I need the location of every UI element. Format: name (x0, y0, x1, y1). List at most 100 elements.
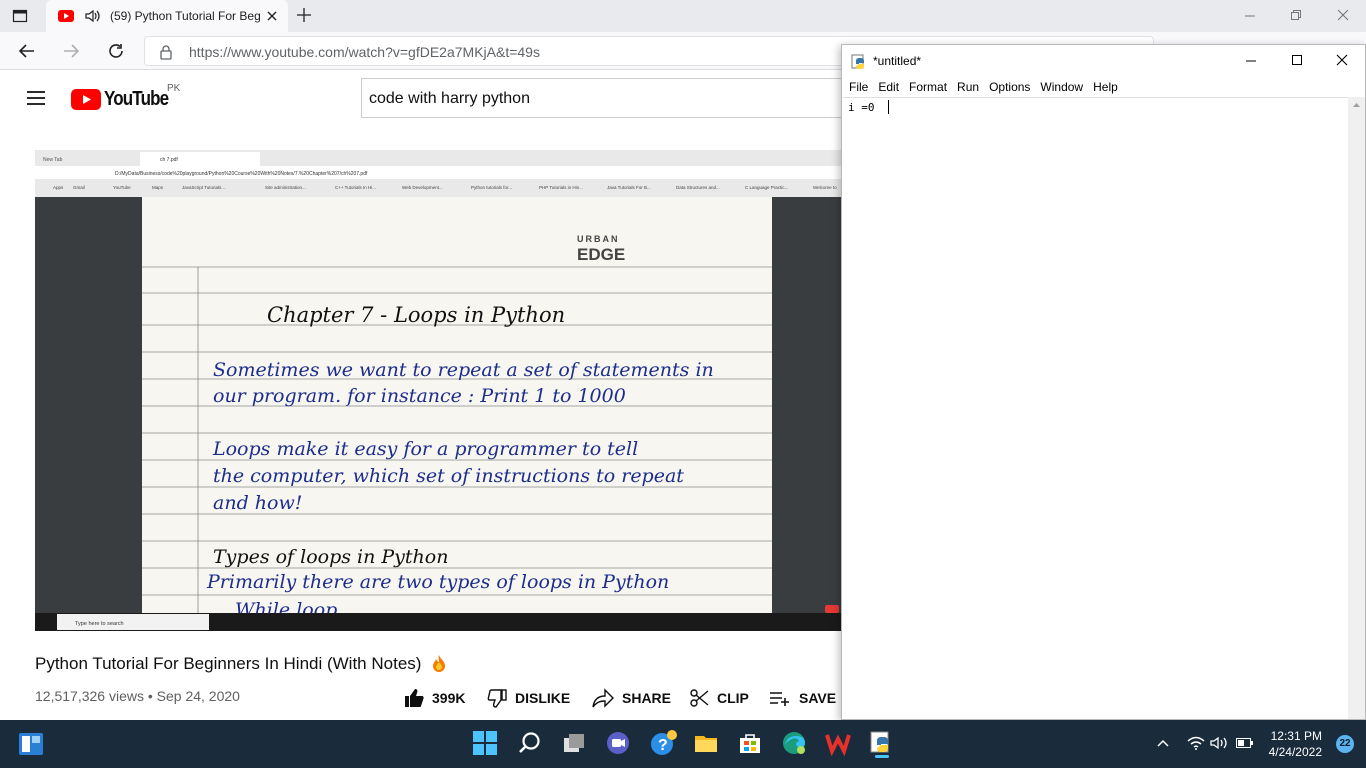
inner-bookmark: Site administration... (265, 185, 306, 190)
lock-icon[interactable] (159, 44, 173, 60)
youtube-logo-text: YouTube (104, 88, 169, 110)
inner-tab-newtab: New Tab (43, 157, 63, 163)
like-button[interactable]: 399K (404, 687, 465, 709)
inner-bookmark: C++ Tutorials In Hi... (335, 185, 376, 190)
idle-menubar: File Edit Format Run Options Window Help (842, 77, 1365, 97)
file-explorer-icon[interactable] (693, 730, 721, 758)
widgets-icon[interactable] (18, 730, 46, 758)
task-view-icon[interactable] (561, 730, 589, 758)
new-tab-icon[interactable] (296, 7, 312, 23)
clip-label: CLIP (717, 690, 749, 706)
vertical-scrollbar[interactable] (1348, 97, 1365, 719)
menu-format[interactable]: Format (902, 77, 947, 97)
video-meta: 12,517,326 views • Sep 24, 2020 (35, 688, 240, 704)
search-icon[interactable] (517, 730, 545, 758)
clip-button[interactable]: CLIP (689, 687, 749, 709)
upload-date: Sep 24, 2020 (156, 688, 240, 704)
volume-icon[interactable] (1210, 736, 1230, 750)
code-text: i =0 (848, 101, 875, 114)
chevron-up-icon[interactable] (1156, 738, 1170, 748)
menu-file[interactable]: File (842, 77, 868, 97)
system-clock[interactable]: 12:31 PM 4/24/2022 (1269, 728, 1322, 760)
inner-bookmark: PHP Tutorials in Hin... (539, 185, 583, 190)
clock-date: 4/24/2022 (1268, 745, 1322, 759)
inner-tab-pdf: ch 7.pdf (160, 157, 178, 163)
youtube-play-icon (71, 89, 101, 110)
idle-close-icon[interactable] (1336, 54, 1348, 66)
menu-help[interactable]: Help (1086, 77, 1118, 97)
playlist-add-icon (770, 692, 789, 706)
tab-title: (59) Python Tutorial For Beg (110, 9, 260, 23)
inner-taskbar-search: Type here to search (75, 621, 124, 627)
svg-text:?: ? (658, 737, 668, 754)
browser-tab-strip: (59) Python Tutorial For Beg (0, 0, 1366, 32)
idle-maximize-icon[interactable] (1291, 54, 1303, 66)
inner-url: D:/MyData/Business/code%20playground/Pyt… (115, 171, 368, 177)
get-help-icon[interactable]: ? (649, 730, 677, 758)
microsoft-store-icon[interactable] (737, 730, 765, 758)
notebook-brand-logo: EDGE (577, 245, 625, 264)
idle-title-bar[interactable]: *untitled* (842, 45, 1365, 77)
dislike-label: DISLIKE (515, 690, 571, 706)
idle-minimize-icon[interactable] (1245, 55, 1257, 67)
menu-run[interactable]: Run (950, 77, 979, 97)
battery-icon[interactable] (1236, 738, 1254, 748)
inner-bookmark: JavaScript Tutorials... (182, 185, 225, 190)
idle-editor-window[interactable]: *untitled* File Edit Format Run Options … (841, 44, 1366, 720)
thumbs-up-icon (405, 689, 424, 707)
tab-close-icon[interactable] (266, 10, 278, 22)
tab-actions-icon[interactable] (12, 8, 28, 24)
back-icon[interactable] (18, 42, 36, 60)
menu-window[interactable]: Window (1033, 77, 1083, 97)
notes-line: and how! (213, 492, 302, 514)
dislike-button[interactable]: DISLIKE (487, 687, 570, 709)
share-button[interactable]: SHARE (592, 687, 671, 709)
notes-line: our program. for instance : Print 1 to 1… (213, 385, 626, 407)
notes-line: Loops make it easy for a programmer to t… (212, 438, 638, 460)
scissors-icon (690, 689, 709, 707)
notification-badge[interactable]: 22 (1336, 735, 1354, 753)
python-taskbar-icon[interactable] (869, 730, 897, 758)
search-input[interactable]: code with harry python (361, 78, 851, 118)
video-frame: New Tab ch 7.pdf D:/MyData/Business/code… (35, 150, 842, 631)
idle-window-title: *untitled* (873, 54, 922, 68)
inner-bookmark: Data Structures and... (676, 185, 720, 190)
browser-minimize-icon[interactable] (1244, 10, 1256, 22)
save-button[interactable]: SAVE (769, 687, 836, 709)
url-text[interactable]: https://www.youtube.com/watch?v=gfDE2a7M… (189, 44, 540, 60)
notebook-brand: URBAN (577, 234, 620, 244)
menu-options[interactable]: Options (982, 77, 1030, 97)
wifi-icon[interactable] (1187, 736, 1205, 750)
start-icon[interactable] (472, 730, 500, 758)
save-label: SAVE (799, 690, 837, 706)
browser-tab-active[interactable]: (59) Python Tutorial For Beg (46, 0, 288, 32)
tab-audio-icon[interactable] (84, 8, 102, 24)
python-idle-icon (851, 54, 867, 70)
browser-close-icon[interactable] (1337, 9, 1349, 21)
meta-separator: • (147, 688, 153, 704)
text-caret (888, 100, 889, 114)
notes-line: the computer, which set of instructions … (213, 465, 684, 487)
inner-bookmark: Web Development... (402, 185, 443, 190)
youtube-logo[interactable]: YouTube PK (71, 83, 181, 112)
notes-line: Primarily there are two types of loops i… (206, 571, 669, 593)
browser-restore-icon[interactable] (1290, 9, 1302, 21)
inner-bookmark: Apps (53, 185, 64, 190)
like-count: 399K (432, 690, 466, 706)
inner-bookmark: C Language Practic... (745, 185, 788, 190)
menu-edit[interactable]: Edit (871, 77, 899, 97)
code-editor[interactable]: i =0 (843, 97, 1348, 719)
inner-bookmark: YouTube (113, 185, 131, 190)
share-icon (592, 688, 614, 708)
video-player[interactable]: New Tab ch 7.pdf D:/MyData/Business/code… (35, 150, 842, 631)
refresh-icon[interactable] (107, 42, 125, 60)
windows-taskbar: ? 12:31 PM 4/24/2022 22 (0, 720, 1366, 768)
forward-icon[interactable] (62, 42, 80, 60)
notes-subheading: Types of loops in Python (213, 546, 448, 568)
hamburger-menu-icon[interactable] (26, 90, 46, 106)
scroll-up-icon[interactable] (1348, 99, 1365, 111)
edge-browser-icon[interactable] (781, 730, 809, 758)
teams-chat-icon[interactable] (605, 730, 633, 758)
notes-heading: Chapter 7 - Loops in Python (267, 303, 565, 327)
wps-office-icon[interactable] (825, 730, 853, 758)
